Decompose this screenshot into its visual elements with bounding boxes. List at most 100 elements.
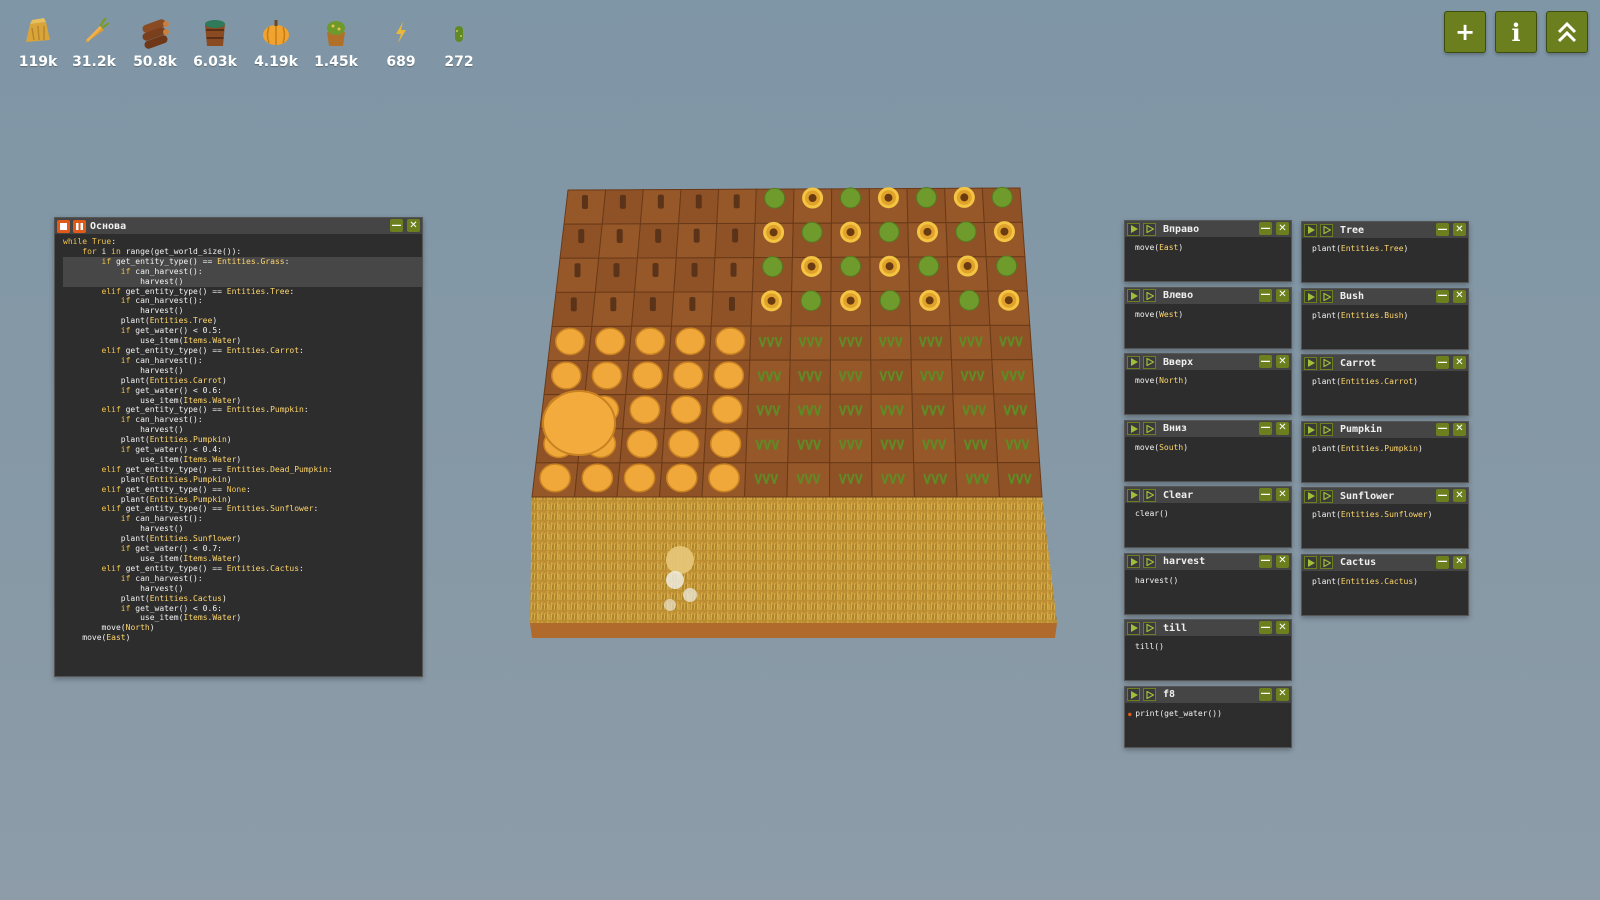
run-button[interactable] (1304, 423, 1317, 436)
snippet-code[interactable]: plant(Entities.Tree) (1302, 238, 1468, 254)
snippet-code[interactable]: move(North) (1125, 370, 1291, 386)
snippet-window-harvest[interactable]: harvest — ✕ harvest() (1124, 552, 1292, 615)
snippet-window-sunflower[interactable]: Sunflower — ✕ plant(Entities.Sunflower) (1301, 487, 1469, 549)
close-button[interactable]: ✕ (1276, 621, 1289, 634)
snippet-code[interactable]: plant(Entities.Bush) (1302, 305, 1468, 321)
snippet-window-вправо[interactable]: Вправо — ✕ move(East) (1124, 220, 1292, 282)
snippet-code[interactable]: ● print(get_water()) (1125, 703, 1291, 720)
snippet-window-tree[interactable]: Tree — ✕ plant(Entities.Tree) (1301, 221, 1469, 283)
close-button[interactable]: ✕ (1276, 687, 1289, 701)
step-button[interactable] (1320, 356, 1333, 370)
snippet-window-pumpkin[interactable]: Pumpkin — ✕ plant(Entities.Pumpkin) (1301, 420, 1469, 483)
step-button[interactable] (1143, 422, 1156, 435)
run-button[interactable] (1127, 688, 1140, 701)
snippet-titlebar[interactable]: Carrot — ✕ (1302, 355, 1468, 371)
close-button[interactable]: ✕ (1453, 356, 1466, 369)
close-button[interactable]: ✕ (1276, 554, 1289, 568)
step-button[interactable] (1320, 423, 1333, 436)
snippet-titlebar[interactable]: harvest — ✕ (1125, 553, 1291, 570)
close-button[interactable]: ✕ (1276, 222, 1289, 235)
snippet-titlebar[interactable]: Cactus — ✕ (1302, 554, 1468, 571)
run-button[interactable] (1127, 355, 1140, 369)
run-button[interactable] (1304, 223, 1317, 237)
step-button[interactable] (1143, 355, 1156, 369)
step-button[interactable] (1143, 222, 1156, 236)
stop-button[interactable] (57, 219, 70, 233)
snippet-window-till[interactable]: till — ✕ till() (1124, 619, 1292, 681)
snippet-titlebar[interactable]: Вверх — ✕ (1125, 354, 1291, 370)
pause-button[interactable] (73, 219, 86, 233)
close-button[interactable]: ✕ (1276, 355, 1289, 368)
snippet-code[interactable]: plant(Entities.Pumpkin) (1302, 438, 1468, 454)
run-button[interactable] (1304, 489, 1317, 503)
snippet-code[interactable]: clear() (1125, 503, 1291, 519)
minimize-button[interactable]: — (1259, 355, 1272, 368)
snippet-window-cactus[interactable]: Cactus — ✕ plant(Entities.Cactus) (1301, 553, 1469, 616)
minimize-button[interactable]: — (1259, 288, 1272, 302)
minimize-button[interactable]: — (1436, 422, 1449, 436)
minimize-button[interactable]: — (1436, 356, 1449, 369)
snippet-titlebar[interactable]: till — ✕ (1125, 620, 1291, 636)
snippet-code[interactable]: move(West) (1125, 304, 1291, 320)
minimize-button[interactable]: — (1436, 489, 1449, 502)
snippet-titlebar[interactable]: f8 — ✕ (1125, 686, 1291, 703)
run-button[interactable] (1127, 555, 1140, 568)
snippet-code[interactable]: plant(Entities.Sunflower) (1302, 504, 1468, 520)
snippet-window-f8[interactable]: f8 — ✕ ● print(get_water()) (1124, 685, 1292, 748)
close-button[interactable]: ✕ (1276, 288, 1289, 302)
snippet-code[interactable]: move(East) (1125, 237, 1291, 253)
snippet-window-bush[interactable]: Bush — ✕ plant(Entities.Bush) (1301, 287, 1469, 350)
snippet-titlebar[interactable]: Влево — ✕ (1125, 287, 1291, 304)
step-button[interactable] (1143, 488, 1156, 502)
step-button[interactable] (1143, 688, 1156, 701)
snippet-titlebar[interactable]: Вправо — ✕ (1125, 221, 1291, 237)
minimize-button[interactable]: — (390, 219, 403, 232)
minimize-button[interactable]: — (1436, 555, 1449, 569)
close-button[interactable]: ✕ (1453, 422, 1466, 436)
run-button[interactable] (1127, 621, 1140, 635)
snippet-titlebar[interactable]: Sunflower — ✕ (1302, 488, 1468, 504)
snippet-code[interactable]: plant(Entities.Carrot) (1302, 371, 1468, 387)
main-window-titlebar[interactable]: Основа — ✕ (55, 218, 422, 234)
step-button[interactable] (1143, 289, 1156, 302)
snippet-code[interactable]: move(South) (1125, 437, 1291, 453)
code-editor[interactable]: while True: for i in range(get_world_siz… (55, 234, 422, 643)
snippet-titlebar[interactable]: Вниз — ✕ (1125, 420, 1291, 437)
snippet-titlebar[interactable]: Bush — ✕ (1302, 288, 1468, 305)
run-button[interactable] (1127, 222, 1140, 236)
step-button[interactable] (1320, 223, 1333, 237)
snippet-window-вверх[interactable]: Вверх — ✕ move(North) (1124, 353, 1292, 415)
close-button[interactable]: ✕ (1453, 555, 1466, 569)
snippet-titlebar[interactable]: Clear — ✕ (1125, 487, 1291, 503)
minimize-button[interactable]: — (1259, 222, 1272, 235)
snippet-code[interactable]: harvest() (1125, 570, 1291, 586)
minimize-button[interactable]: — (1436, 223, 1449, 236)
step-button[interactable] (1320, 489, 1333, 503)
close-button[interactable]: ✕ (407, 219, 420, 232)
close-button[interactable]: ✕ (1276, 421, 1289, 435)
minimize-button[interactable]: — (1259, 687, 1272, 701)
snippet-titlebar[interactable]: Pumpkin — ✕ (1302, 421, 1468, 438)
snippet-window-carrot[interactable]: Carrot — ✕ plant(Entities.Carrot) (1301, 354, 1469, 416)
step-button[interactable] (1320, 556, 1333, 569)
minimize-button[interactable]: — (1259, 421, 1272, 435)
snippet-window-clear[interactable]: Clear — ✕ clear() (1124, 486, 1292, 548)
close-button[interactable]: ✕ (1276, 488, 1289, 501)
minimize-button[interactable]: — (1436, 289, 1449, 303)
main-code-window[interactable]: Основа — ✕ while True: for i in range(ge… (54, 217, 423, 677)
run-button[interactable] (1127, 422, 1140, 435)
close-button[interactable]: ✕ (1453, 489, 1466, 502)
run-button[interactable] (1304, 290, 1317, 303)
close-button[interactable]: ✕ (1453, 223, 1466, 236)
run-button[interactable] (1304, 556, 1317, 569)
snippet-code[interactable]: till() (1125, 636, 1291, 652)
snippet-window-вниз[interactable]: Вниз — ✕ move(South) (1124, 419, 1292, 482)
snippet-titlebar[interactable]: Tree — ✕ (1302, 222, 1468, 238)
step-button[interactable] (1320, 290, 1333, 303)
close-button[interactable]: ✕ (1453, 289, 1466, 303)
run-button[interactable] (1127, 488, 1140, 502)
snippet-code[interactable]: plant(Entities.Cactus) (1302, 571, 1468, 587)
minimize-button[interactable]: — (1259, 488, 1272, 501)
step-button[interactable] (1143, 555, 1156, 568)
minimize-button[interactable]: — (1259, 554, 1272, 568)
